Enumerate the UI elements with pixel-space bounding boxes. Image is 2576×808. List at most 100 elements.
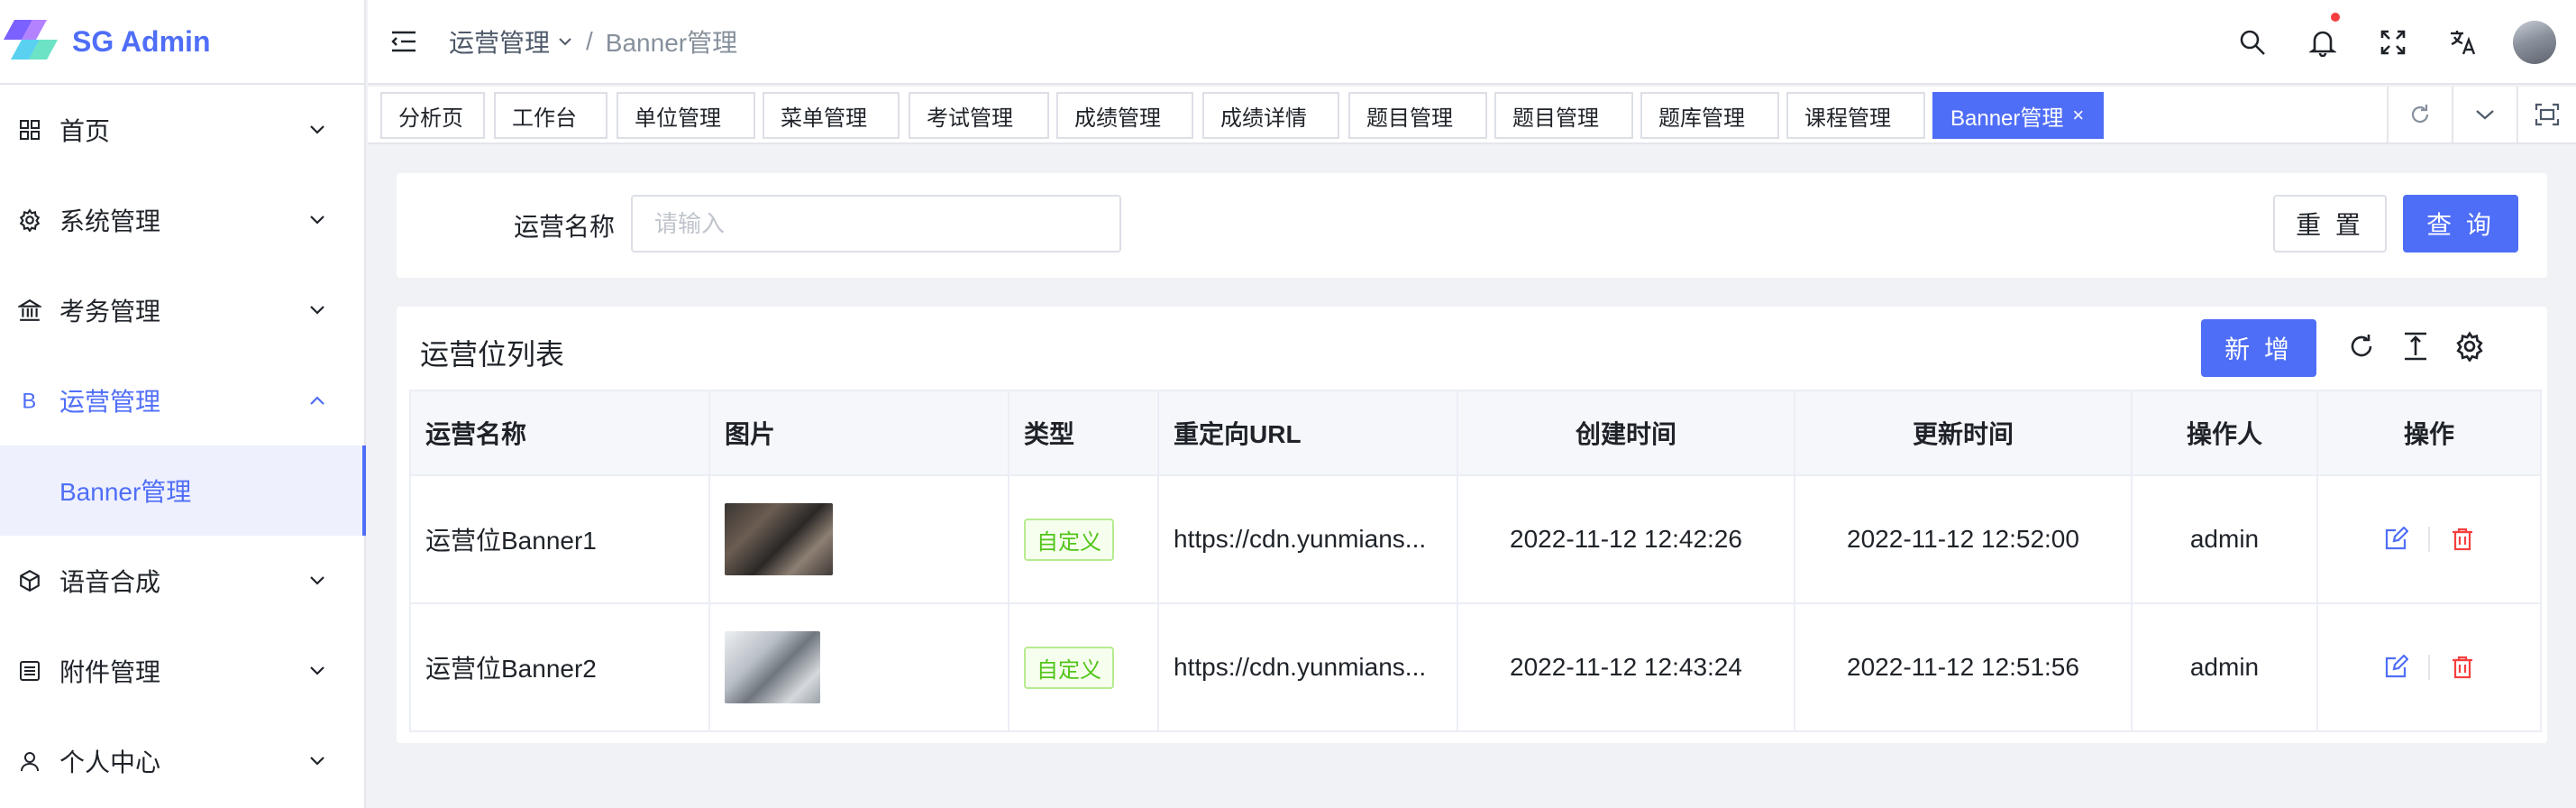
sidebar-item-attachments[interactable]: 附件管理	[0, 626, 364, 716]
add-button[interactable]: 新 增	[2201, 319, 2316, 377]
breadcrumb-item[interactable]: 运营管理	[449, 23, 550, 60]
sidebar-subitem-label: Banner管理	[59, 478, 192, 506]
trash-icon[interactable]	[2448, 653, 2477, 682]
chevron-down-icon	[299, 305, 335, 316]
tab-label: 成绩管理	[1074, 106, 1161, 131]
cell-image	[710, 476, 1009, 602]
svg-text:B: B	[22, 390, 36, 412]
chevron-down-icon	[299, 756, 335, 767]
edit-icon[interactable]	[2381, 525, 2410, 554]
avatar[interactable]	[2513, 21, 2556, 64]
tab-label: 课程管理	[1804, 106, 1891, 131]
tab-label: 分析页	[398, 106, 463, 131]
cell-updated: 2022-11-12 12:52:00	[1795, 476, 2133, 602]
cell-name: 运营位Banner2	[411, 604, 710, 730]
fullscreen-icon[interactable]	[2358, 0, 2428, 85]
breadcrumb-current: Banner管理	[605, 29, 738, 57]
maximize-icon[interactable]	[2517, 87, 2576, 142]
tab-score-detail[interactable]: 成绩详情	[1202, 92, 1339, 139]
sidebar-item-label: 考务管理	[59, 298, 161, 326]
top-header: 运营管理 / Banner管理	[368, 0, 2576, 85]
chevron-down-icon[interactable]	[2452, 87, 2517, 142]
refresh-icon[interactable]	[2342, 326, 2381, 366]
cell-operator: admin	[2133, 476, 2318, 602]
breadcrumb-separator: /	[586, 27, 593, 55]
refresh-tab-icon[interactable]	[2387, 87, 2452, 142]
notification-dot	[2331, 13, 2340, 22]
tab-menus[interactable]: 菜单管理	[763, 92, 900, 139]
sidebar: SG Admin 首页 系统管理 考务管理 B 运营管理 Banner管理 语音…	[0, 0, 366, 808]
translate-icon[interactable]	[2428, 0, 2498, 85]
tab-workbench[interactable]: 工作台	[494, 92, 607, 139]
cell-image	[710, 604, 1009, 730]
banner-thumbnail[interactable]	[725, 503, 833, 575]
data-table: 运营名称 图片 类型 重定向URL 创建时间 更新时间 操作人 操作 运营位Ba…	[409, 390, 2542, 732]
sidebar-item-label: 附件管理	[59, 658, 161, 686]
search-input[interactable]	[631, 195, 1121, 252]
column-height-icon[interactable]	[2396, 326, 2435, 366]
tab-courses[interactable]: 课程管理	[1786, 92, 1925, 139]
tab-banner[interactable]: Banner管理 ×	[1932, 92, 2104, 139]
tab-label: 题目管理	[1366, 106, 1453, 131]
table-row: 运营位Banner1 自定义 https://cdn.yunmians... 2…	[411, 476, 2540, 604]
column-header: 更新时间	[1795, 391, 2133, 474]
type-tag: 自定义	[1024, 646, 1114, 689]
search-form: 运营名称 重 置 查 询	[397, 173, 2547, 278]
tab-label: 单位管理	[635, 106, 721, 131]
gear-icon	[16, 207, 43, 234]
tabs-bar: 分析页 工作台 单位管理 菜单管理 考试管理 成绩管理 成绩详情 题目管理 题目…	[368, 87, 2576, 144]
logo-row[interactable]: SG Admin	[0, 0, 364, 85]
cell-type: 自定义	[1009, 476, 1159, 602]
tab-label: 题目管理	[1512, 106, 1599, 131]
tab-question-bank[interactable]: 题库管理	[1640, 92, 1779, 139]
sidebar-item-label: 首页	[59, 117, 111, 145]
sidebar-subitem-banner[interactable]: Banner管理	[0, 445, 366, 536]
tab-label: 考试管理	[927, 106, 1013, 131]
tab-questions[interactable]: 题目管理	[1348, 92, 1487, 139]
column-header: 类型	[1009, 391, 1159, 474]
tab-analysis[interactable]: 分析页	[380, 92, 485, 139]
gear-icon[interactable]	[2450, 326, 2489, 366]
logo-icon	[2, 13, 59, 70]
tab-exams[interactable]: 考试管理	[909, 92, 1049, 139]
cell-updated: 2022-11-12 12:51:56	[1795, 604, 2133, 730]
sidebar-item-exam[interactable]: 考务管理	[0, 265, 364, 355]
trash-icon[interactable]	[2448, 525, 2477, 554]
divider	[2428, 655, 2430, 680]
bell-icon[interactable]	[2288, 0, 2358, 85]
reset-button[interactable]: 重 置	[2273, 195, 2387, 252]
search-icon[interactable]	[2217, 0, 2288, 85]
banner-thumbnail[interactable]	[725, 631, 820, 703]
column-header: 创建时间	[1458, 391, 1795, 474]
cell-operator: admin	[2133, 604, 2318, 730]
sidebar-item-system[interactable]: 系统管理	[0, 175, 364, 265]
search-label: 运营名称	[514, 213, 616, 241]
sidebar-item-home[interactable]: 首页	[0, 85, 364, 175]
chevron-up-icon	[299, 395, 335, 406]
close-icon[interactable]: ×	[2072, 104, 2084, 127]
menu-fold-icon[interactable]	[386, 23, 422, 60]
edit-icon[interactable]	[2381, 653, 2410, 682]
table-header-row: 运营名称 图片 类型 重定向URL 创建时间 更新时间 操作人 操作	[411, 391, 2540, 476]
sidebar-item-label: 语音合成	[59, 568, 161, 596]
tab-label: 题库管理	[1658, 106, 1745, 131]
cell-created: 2022-11-12 12:42:26	[1458, 476, 1795, 602]
type-tag: 自定义	[1024, 518, 1114, 561]
sidebar-item-profile[interactable]: 个人中心	[0, 716, 364, 806]
cell-actions	[2318, 476, 2540, 602]
chevron-down-icon	[299, 124, 335, 135]
sidebar-item-operations[interactable]: B 运营管理	[0, 355, 364, 445]
tab-scores[interactable]: 成绩管理	[1056, 92, 1193, 139]
table-title: 运营位列表	[420, 338, 565, 371]
tab-label: 工作台	[512, 106, 577, 131]
tab-questions-2[interactable]: 题目管理	[1494, 92, 1633, 139]
sidebar-item-tts[interactable]: 语音合成	[0, 536, 364, 626]
tab-units[interactable]: 单位管理	[617, 92, 755, 139]
table-row: 运营位Banner2 自定义 https://cdn.yunmians... 2…	[411, 604, 2540, 732]
query-button[interactable]: 查 询	[2403, 195, 2518, 252]
cell-url: https://cdn.yunmians...	[1159, 604, 1458, 730]
cell-url: https://cdn.yunmians...	[1159, 476, 1458, 602]
breadcrumb: 运营管理 / Banner管理	[449, 23, 737, 60]
sidebar-item-label: 运营管理	[59, 388, 161, 416]
b-letter-icon: B	[16, 387, 43, 414]
